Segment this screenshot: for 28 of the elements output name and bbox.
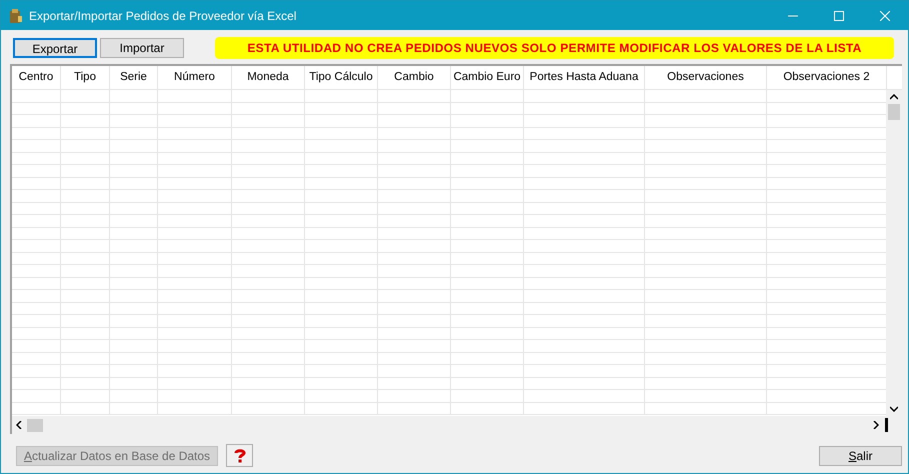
help-button[interactable] bbox=[226, 444, 253, 467]
exit-button[interactable]: Salir bbox=[819, 446, 902, 466]
column-header[interactable]: Observaciones 2 bbox=[767, 66, 887, 89]
close-icon bbox=[880, 10, 890, 20]
window-title: Exportar/Importar Pedidos de Proveedor vía Excel bbox=[29, 8, 296, 24]
column-header[interactable]: Cambio bbox=[378, 66, 451, 89]
export-button[interactable]: Exportar bbox=[13, 38, 97, 58]
scroll-right-icon[interactable] bbox=[873, 421, 879, 429]
import-button[interactable]: Importar bbox=[100, 38, 184, 58]
notice-banner: ESTA UTILIDAD NO CREA PEDIDOS NUEVOS SOLO PERMITE MODIFICAR LOS VALORES DE LA LISTA bbox=[215, 37, 894, 59]
question-mark-icon bbox=[234, 448, 246, 462]
box-icon bbox=[9, 8, 23, 24]
scroll-marker bbox=[885, 418, 888, 432]
column-header[interactable]: Portes Hasta Aduana bbox=[524, 66, 645, 89]
column-header[interactable]: Tipo bbox=[61, 66, 110, 89]
column-header[interactable]: Tipo Cálculo bbox=[305, 66, 378, 89]
column-header[interactable]: Número bbox=[158, 66, 232, 89]
column-header[interactable]: Centro bbox=[12, 66, 61, 89]
scroll-thumb[interactable] bbox=[27, 418, 43, 432]
scroll-thumb[interactable] bbox=[888, 104, 900, 120]
column-header[interactable]: Cambio Euro bbox=[451, 66, 524, 89]
column-header[interactable]: Moneda bbox=[232, 66, 305, 89]
scroll-down-icon[interactable] bbox=[890, 406, 898, 412]
column-header[interactable]: Observaciones bbox=[645, 66, 767, 89]
column-header[interactable]: Serie bbox=[110, 66, 158, 89]
maximize-icon bbox=[834, 10, 844, 20]
scroll-up-icon[interactable] bbox=[890, 94, 898, 100]
scroll-left-icon[interactable] bbox=[16, 421, 22, 429]
